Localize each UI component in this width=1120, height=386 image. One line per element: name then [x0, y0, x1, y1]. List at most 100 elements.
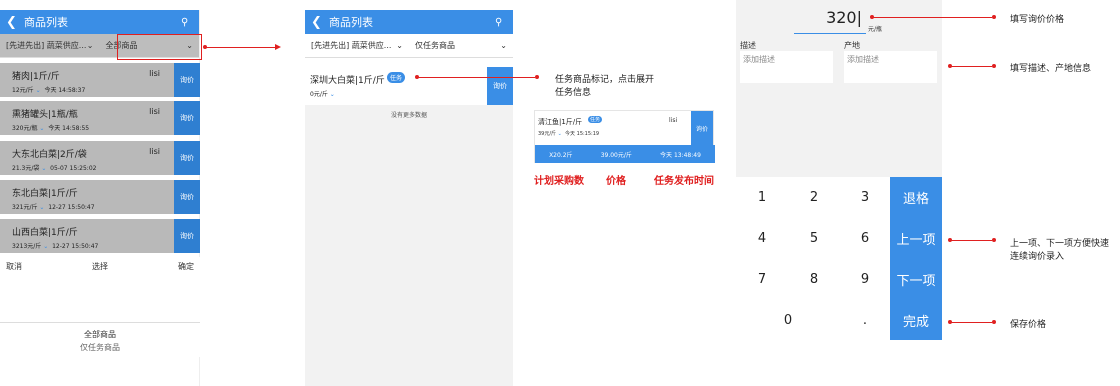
key-9[interactable]: 9: [840, 259, 890, 300]
annotation-price: 价格: [606, 176, 626, 187]
scope-filter[interactable]: 仅任务商品 ⌄: [409, 40, 513, 51]
item-user: lisi: [149, 69, 160, 78]
origin-field[interactable]: 添加描述: [844, 51, 937, 83]
ask-price-button[interactable]: 询价: [174, 101, 200, 135]
desc-field[interactable]: 添加描述: [740, 51, 833, 83]
price-input[interactable]: 320|: [794, 8, 866, 34]
annotation-prev-next: 上一项、下一项方便快速 连续询价录入: [1010, 239, 1110, 262]
list-item[interactable]: 山西白菜|1斤/斤 3213元/斤 ⌄ 12-27 15:50:47 询价: [0, 219, 200, 253]
picker-option-all[interactable]: 全部商品: [0, 322, 200, 340]
annotation-qty: 计划采购数: [534, 176, 584, 187]
annotation-line: [950, 322, 992, 323]
item-meta: 21.3元/袋 ⌄ 05-07 15:25:02: [12, 165, 97, 172]
list-item[interactable]: 深圳大白菜|1斤/斤 任务 0元/斤 ⌄ 询价: [305, 67, 513, 105]
next-item-key[interactable]: 下一项: [890, 259, 942, 300]
annotation-dot: [992, 64, 996, 68]
screen-goods-list-all: ❮ 商品列表 ⚲ [先进先出] 蔬菜供应... ⌄ 全部商品 ⌄ 猪肉|1斤/斤…: [0, 10, 200, 386]
annotation-save: 保存价格: [1010, 320, 1047, 330]
item-user: lisi: [669, 117, 678, 124]
key-3[interactable]: 3: [840, 177, 890, 218]
list-item[interactable]: 大东北白菜|2斤/袋 lisi 21.3元/袋 ⌄ 05-07 15:25:02…: [0, 141, 200, 175]
item-name: 深圳大白菜|1斤/斤: [310, 76, 385, 86]
task-badge[interactable]: 任务: [387, 72, 406, 83]
scope-filter-label: 仅任务商品: [415, 41, 455, 50]
chevron-down-icon: ⌄: [557, 131, 562, 137]
key-1[interactable]: 1: [736, 177, 788, 218]
annotation-dot: [992, 15, 996, 19]
key-2[interactable]: 2: [788, 177, 840, 218]
search-icon[interactable]: ⚲: [495, 17, 513, 28]
prev-item-key[interactable]: 上一项: [890, 218, 942, 259]
item-name: 清江鱼|1斤/斤: [538, 118, 583, 126]
no-more-text: 没有更多数据: [390, 112, 427, 119]
annotation-fill-desc: 填写描述、产地信息: [1010, 64, 1092, 74]
supplier-filter-label: [先进先出] 蔬菜供应...: [6, 41, 87, 50]
picker-cancel-button[interactable]: 取消: [6, 261, 22, 272]
chevron-down-icon: ⌄: [39, 125, 45, 132]
list-footer: 没有更多数据: [305, 105, 513, 386]
picker-option-task[interactable]: 仅任务商品: [0, 342, 200, 353]
search-icon[interactable]: ⚲: [181, 17, 199, 28]
key-4[interactable]: 4: [736, 218, 788, 259]
picker-title: 选择: [92, 262, 108, 271]
item-meta: 321元/斤 ⌄ 12-27 15:50:47: [12, 204, 95, 211]
item-meta: 0元/斤 ⌄: [310, 91, 335, 98]
filter-bar: [先进先出] 蔬菜供应... ⌄ 仅任务商品 ⌄: [305, 34, 513, 58]
origin-label: 产地: [844, 41, 860, 50]
item-name: 大东北白菜|2斤/袋: [12, 150, 87, 160]
chevron-down-icon: ⌄: [396, 41, 403, 50]
screen-price-input: 320| 元/瓶 描述 产地 添加描述 添加描述 1 2 3 退格 4 5 6 …: [736, 0, 942, 340]
item-meta: 39元/斤 ⌄ 今天 15:15:19: [538, 131, 600, 137]
task-price: 39.00元/斤: [600, 151, 632, 159]
key-7[interactable]: 7: [736, 259, 788, 300]
supplier-filter[interactable]: [先进先出] 蔬菜供应... ⌄: [0, 40, 100, 51]
done-key[interactable]: 完成: [890, 300, 942, 340]
ask-price-button[interactable]: 询价: [174, 180, 200, 214]
chevron-down-icon: ⌄: [86, 41, 94, 50]
key-5[interactable]: 5: [788, 218, 840, 259]
annotation-dot: [992, 320, 996, 324]
chevron-down-icon: ⌄: [35, 87, 41, 94]
annotation-time: 任务发布时间: [654, 176, 714, 187]
ask-price-button[interactable]: 询价: [691, 111, 713, 145]
item-user: lisi: [149, 107, 160, 116]
header-bar: ❮ 商品列表 ⚲: [0, 10, 199, 34]
scope-highlight: [117, 34, 202, 60]
annotation-fill-price: 填写询价价格: [1010, 15, 1065, 25]
ask-price-button[interactable]: 询价: [174, 219, 200, 253]
task-qty: X20.2斤: [549, 151, 573, 159]
item-meta: 3213元/斤 ⌄ 12-27 15:50:47: [12, 243, 99, 250]
task-time: 今天 13:48:49: [660, 151, 701, 159]
task-detail-card: 清江鱼|1斤/斤 任务 lisi 39元/斤 ⌄ 今天 15:15:19 询价 …: [534, 110, 715, 163]
page-title: 商品列表: [329, 16, 373, 29]
key-0[interactable]: 0: [736, 300, 840, 340]
annotation-dot: [535, 75, 539, 79]
key-8[interactable]: 8: [788, 259, 840, 300]
ask-price-button[interactable]: 询价: [487, 67, 513, 105]
supplier-filter[interactable]: [先进先出] 蔬菜供应... ⌄: [305, 40, 409, 51]
item-name: 山西白菜|1斤/斤: [12, 228, 78, 238]
annotation-task-mark: 任务商品标记，点击展开 任务信息: [555, 75, 655, 98]
item-user: lisi: [149, 147, 160, 156]
chevron-down-icon: ⌄: [329, 91, 335, 98]
desc-label: 描述: [740, 41, 756, 50]
page-title: 商品列表: [24, 16, 68, 29]
back-icon[interactable]: ❮: [6, 15, 20, 30]
annotation-line: [950, 240, 992, 241]
task-badge[interactable]: 任务: [588, 116, 603, 123]
screen-goods-list-task: ❮ 商品列表 ⚲ [先进先出] 蔬菜供应... ⌄ 仅任务商品 ⌄ 深圳大白菜|…: [305, 10, 513, 386]
ask-price-button[interactable]: 询价: [174, 141, 200, 175]
list-item[interactable]: 熏猪罐头|1瓶/瓶 lisi 320元/瓶 ⌄ 今天 14:58:55 询价: [0, 101, 200, 135]
header-bar: ❮ 商品列表 ⚲: [305, 10, 513, 34]
annotation-line: [205, 47, 275, 48]
ask-price-button[interactable]: 询价: [174, 63, 200, 97]
key-6[interactable]: 6: [840, 218, 890, 259]
task-info-bar: X20.2斤 39.00元/斤 今天 13:48:49: [535, 145, 715, 163]
picker-confirm-button[interactable]: 确定: [178, 261, 194, 272]
key-dot[interactable]: .: [840, 300, 890, 340]
list-item[interactable]: 东北白菜|1斤/斤 321元/斤 ⌄ 12-27 15:50:47 询价: [0, 180, 200, 214]
chevron-down-icon: ⌄: [500, 41, 507, 50]
back-icon[interactable]: ❮: [311, 15, 325, 30]
list-item[interactable]: 猪肉|1斤/斤 lisi 12元/斤 ⌄ 今天 14:58:37 询价: [0, 63, 200, 97]
backspace-key[interactable]: 退格: [890, 177, 942, 218]
